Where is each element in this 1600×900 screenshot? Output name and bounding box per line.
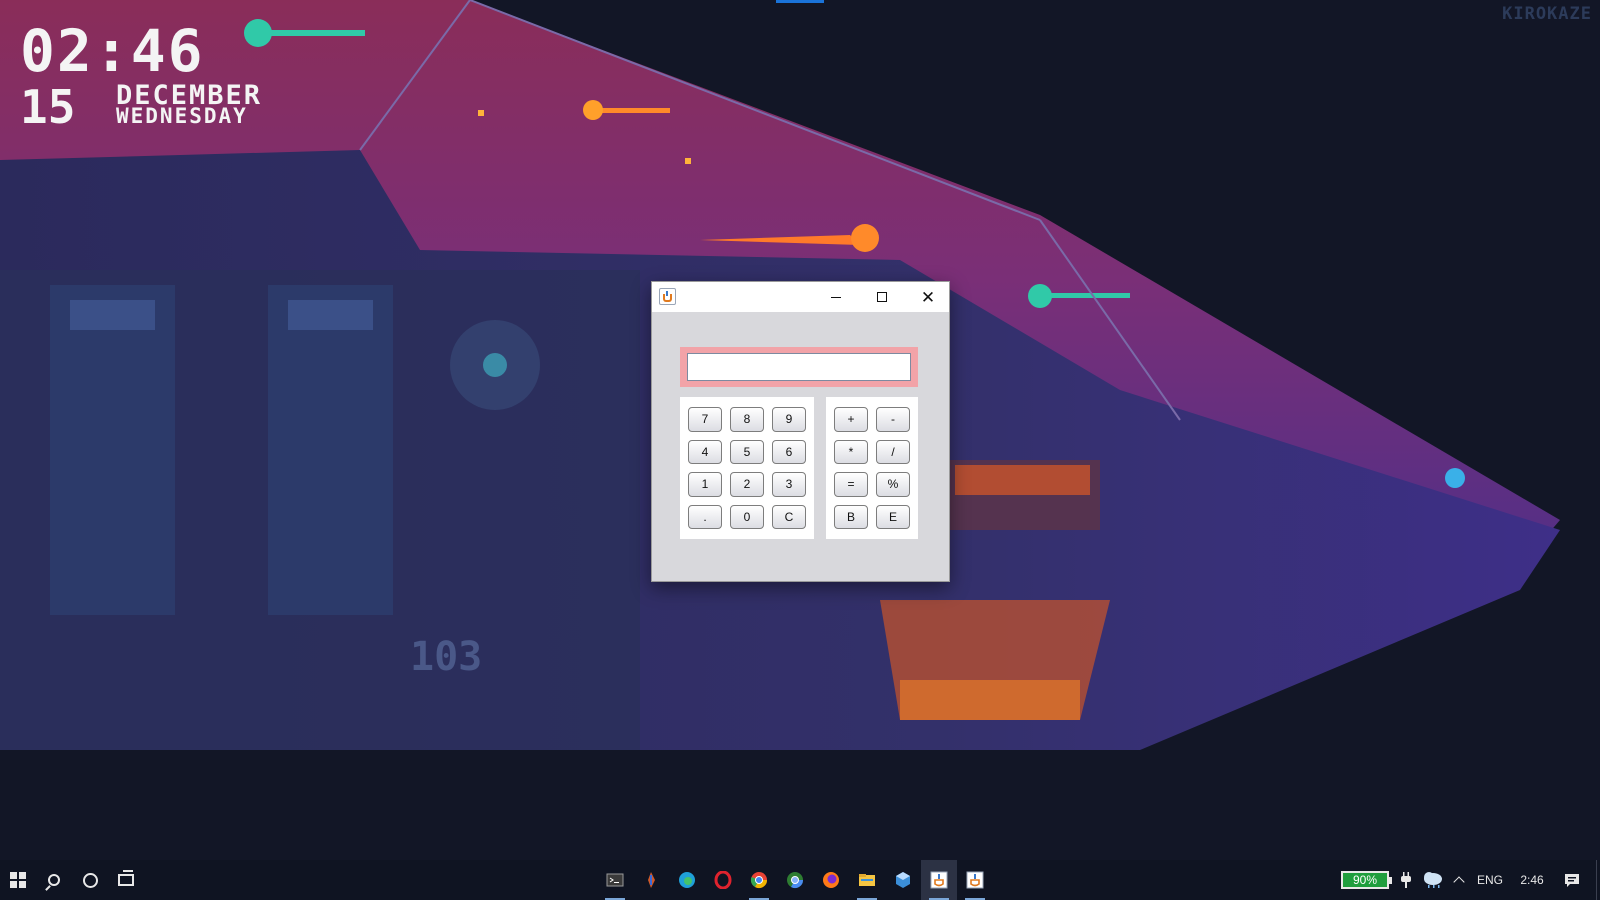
taskbar-file-explorer[interactable] — [849, 860, 885, 900]
task-view-icon — [118, 870, 134, 886]
key-minus[interactable]: - — [876, 407, 910, 432]
maximize-icon — [877, 292, 887, 302]
key-4[interactable]: 4 — [688, 439, 722, 464]
key-8[interactable]: 8 — [730, 407, 764, 432]
taskbar-terminal[interactable] — [597, 860, 633, 900]
key-5[interactable]: 5 — [730, 439, 764, 464]
cortana-icon — [82, 872, 98, 888]
svg-text:103: 103 — [410, 634, 482, 680]
key-multiply[interactable]: * — [834, 439, 868, 464]
language-indicator[interactable]: ENG — [1472, 860, 1508, 900]
cortana-button[interactable] — [72, 860, 108, 900]
chrome-alt-icon — [787, 872, 804, 889]
key-percent[interactable]: % — [876, 472, 910, 497]
key-exit[interactable]: E — [876, 504, 910, 529]
close-icon: ✕ — [920, 287, 936, 307]
calculator-display[interactable] — [687, 353, 911, 381]
digit-keypad: 7 8 9 4 5 6 1 2 3 . 0 C — [680, 397, 814, 539]
taskbar-firefox[interactable] — [813, 860, 849, 900]
taskbar: 90% ENG 2:46 — [0, 860, 1600, 900]
start-button[interactable] — [0, 860, 36, 900]
virtualbox-icon — [896, 872, 910, 888]
calculator-window: ✕ 7 8 9 4 5 6 1 2 3 . 0 C + - * / = % B … — [651, 281, 950, 582]
taskbar-chrome-alt[interactable] — [777, 860, 813, 900]
task-view-button[interactable] — [108, 860, 144, 900]
taskbar-virtualbox[interactable] — [885, 860, 921, 900]
taskbar-pinned-app[interactable] — [633, 860, 669, 900]
close-button[interactable]: ✕ — [905, 282, 951, 312]
window-titlebar[interactable]: ✕ — [652, 282, 949, 312]
maximize-button[interactable] — [859, 282, 905, 312]
key-clear[interactable]: C — [772, 504, 806, 529]
key-3[interactable]: 3 — [772, 472, 806, 497]
search-icon — [48, 874, 60, 886]
taskbar-edge[interactable] — [669, 860, 705, 900]
key-backspace[interactable]: B — [834, 504, 868, 529]
taskbar-java-app-2[interactable] — [957, 860, 993, 900]
pinned-app-icon — [648, 872, 655, 888]
display-frame — [680, 347, 918, 387]
taskbar-java-calculator[interactable] — [921, 860, 957, 900]
java-app-icon — [659, 288, 676, 305]
chevron-up-icon — [1453, 876, 1465, 888]
clock-day: 15 — [20, 80, 76, 134]
key-7[interactable]: 7 — [688, 407, 722, 432]
chrome-icon — [750, 872, 768, 889]
key-decimal[interactable]: . — [688, 504, 722, 529]
taskbar-chrome[interactable] — [741, 860, 777, 900]
minimize-button[interactable] — [813, 282, 859, 312]
taskbar-opera[interactable] — [705, 860, 741, 900]
notification-icon — [1565, 874, 1579, 887]
wallpaper-watermark: KIROKAZE — [1502, 4, 1592, 24]
search-button[interactable] — [36, 860, 72, 900]
key-6[interactable]: 6 — [772, 439, 806, 464]
operator-keypad: + - * / = % B E — [826, 397, 918, 539]
windows-start-icon — [10, 872, 26, 888]
key-9[interactable]: 9 — [772, 407, 806, 432]
firefox-icon — [823, 872, 839, 888]
weather-icon — [1424, 872, 1442, 888]
key-0[interactable]: 0 — [730, 504, 764, 529]
power-plug-button[interactable] — [1396, 860, 1416, 900]
terminal-icon — [606, 873, 624, 887]
power-plug-icon — [1401, 872, 1411, 888]
action-center-button[interactable] — [1557, 860, 1587, 900]
minimize-icon — [831, 296, 841, 298]
battery-indicator[interactable]: 90% — [1341, 871, 1392, 889]
top-edge-indicator — [776, 0, 824, 3]
key-plus[interactable]: + — [834, 407, 868, 432]
key-2[interactable]: 2 — [730, 472, 764, 497]
show-desktop-button[interactable] — [1596, 860, 1600, 900]
show-hidden-icons-button[interactable] — [1449, 860, 1469, 900]
taskbar-clock[interactable]: 2:46 — [1512, 860, 1552, 900]
file-explorer-icon — [859, 874, 875, 886]
java-app-icon — [966, 871, 984, 889]
key-equals[interactable]: = — [834, 472, 868, 497]
opera-icon — [714, 871, 732, 889]
java-app-icon — [930, 871, 948, 889]
edge-icon — [679, 872, 695, 888]
key-divide[interactable]: / — [876, 439, 910, 464]
weather-button[interactable] — [1418, 860, 1448, 900]
clock-time: 02:46 — [20, 17, 205, 85]
key-1[interactable]: 1 — [688, 472, 722, 497]
clock-weekday: WEDNESDAY — [116, 104, 248, 128]
